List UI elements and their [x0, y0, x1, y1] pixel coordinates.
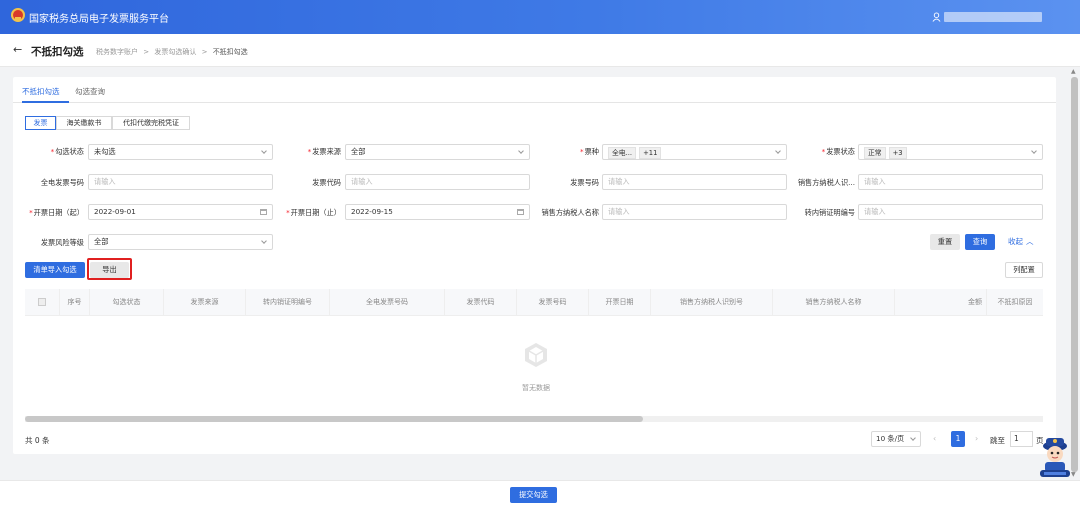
ticket-type-label: *票种 [580, 147, 599, 156]
breadcrumb-item[interactable]: 发票勾选确认 [154, 48, 196, 56]
col-seller-name: 销售方纳税人名称 [772, 289, 894, 316]
col-index: 序号 [59, 289, 89, 316]
invoice-code-label: 发票代码 [312, 178, 341, 187]
invoice-status-select[interactable]: 正常 +3 [858, 144, 1043, 160]
tax-emblem-icon [11, 8, 25, 22]
main-card: 不抵扣勾选 勾选查询 发票 海关缴款书 代扣代缴完税凭证 *勾选状态 未勾选 *… [13, 77, 1056, 454]
page-size-select[interactable]: 10 条/页 [871, 431, 921, 447]
invoice-status-more-tag: +3 [888, 147, 907, 159]
reset-button[interactable]: 重置 [930, 234, 960, 250]
breadcrumb: 税务数字账户 > 发票勾选确认 > 不抵扣勾选 [96, 47, 248, 57]
col-check-status: 勾选状态 [89, 289, 163, 316]
breadcrumb-item[interactable]: 税务数字账户 [96, 48, 138, 56]
import-check-button[interactable]: 清单导入勾选 [25, 262, 85, 278]
empty-box-icon [525, 343, 547, 367]
tab-bar: 不抵扣勾选 勾选查询 [13, 77, 1056, 103]
chevron-up-icon: ︿ [1026, 237, 1034, 246]
chevron-down-icon [775, 148, 781, 154]
type-withholding-certificate[interactable]: 代扣代缴完税凭证 [112, 116, 190, 130]
user-icon[interactable] [932, 12, 941, 22]
col-invoice-code: 发票代码 [444, 289, 516, 316]
check-status-select[interactable]: 未勾选 [88, 144, 273, 160]
calendar-icon [517, 209, 524, 215]
check-status-label: *勾选状态 [50, 147, 84, 156]
jump-label: 跳至 [990, 436, 1005, 445]
issue-date-end-label: *开票日期（止） [286, 208, 341, 217]
empty-state-text: 暂无数据 [522, 384, 550, 392]
chevron-down-icon [261, 238, 267, 244]
risk-level-label: 发票风险等级 [40, 238, 84, 247]
column-config-button[interactable]: 列配置 [1005, 262, 1043, 278]
active-tab-indicator [22, 101, 69, 103]
chevron-down-icon [518, 148, 524, 154]
type-invoice[interactable]: 发票 [25, 116, 56, 130]
invoice-source-label: *发票来源 [307, 147, 341, 156]
invoice-code-input[interactable]: 请输入 [345, 174, 530, 190]
invoice-number-input[interactable]: 请输入 [602, 174, 787, 190]
query-button[interactable]: 查询 [965, 234, 995, 250]
col-issue-date: 开票日期 [588, 289, 650, 316]
ticket-type-tag: 全电... [608, 147, 637, 159]
transfer-cert-no-input[interactable]: 请输入 [858, 204, 1043, 220]
breadcrumb-current: 不抵扣勾选 [212, 48, 248, 56]
calendar-icon [260, 209, 267, 215]
submit-check-button[interactable]: 提交勾选 [510, 487, 557, 503]
invoice-status-label: *发票状态 [821, 147, 855, 156]
invoice-source-select[interactable]: 全部 [345, 144, 530, 160]
col-fully-digital-no: 全电发票号码 [329, 289, 444, 316]
fully-digital-no-label: 全电发票号码 [40, 178, 84, 187]
prev-page-icon[interactable]: ‹ [933, 434, 936, 443]
chevron-down-icon [1031, 148, 1037, 154]
page-1[interactable]: 1 [951, 431, 965, 447]
breadcrumb-separator: > [143, 48, 150, 56]
issue-date-start-label: *开票日期（起） [29, 208, 84, 217]
issue-date-end-picker[interactable]: 2022-09-15 [345, 204, 530, 220]
type-customs-payment[interactable]: 海关缴款书 [56, 116, 112, 130]
chevron-down-icon [910, 435, 916, 441]
scroll-up-icon[interactable]: ▲ [1071, 68, 1076, 75]
col-invoice-source: 发票来源 [163, 289, 245, 316]
col-transfer-cert-no: 转内销证明编号 [245, 289, 329, 316]
total-count: 共 0 条 [25, 436, 50, 445]
transfer-cert-no-label: 转内销证明编号 [804, 208, 855, 217]
vertical-scrollbar[interactable]: ▲ ▼ [1069, 67, 1080, 480]
app-title: 国家税务总局电子发票服务平台 [29, 14, 169, 25]
chevron-down-icon [261, 148, 267, 154]
tab-check-query[interactable]: 勾选查询 [75, 86, 105, 97]
fully-digital-no-input[interactable]: 请输入 [88, 174, 273, 190]
scrollbar-thumb[interactable] [25, 416, 643, 422]
col-invoice-number: 发票号码 [516, 289, 588, 316]
jump-page-input[interactable]: 1 [1010, 431, 1033, 447]
seller-name-input[interactable]: 请输入 [602, 204, 787, 220]
invoice-status-tag: 正常 [864, 147, 886, 159]
ticket-type-more-tag: +11 [639, 147, 662, 159]
next-page-icon[interactable]: › [975, 434, 978, 443]
col-non-deduct-reason: 不抵扣原因 [986, 289, 1043, 316]
page-title: 不抵扣勾选 [31, 46, 84, 58]
assistant-mascot-icon[interactable] [1037, 432, 1073, 478]
collapse-toggle[interactable]: 收起 ︿ [1008, 236, 1034, 247]
user-name-masked[interactable] [944, 12, 1042, 22]
risk-level-select[interactable]: 全部 [88, 234, 273, 250]
seller-tax-id-label: 销售方纳税人识... [797, 178, 855, 187]
breadcrumb-separator: > [201, 48, 208, 56]
footer-bar: 提交勾选 [0, 480, 1080, 507]
col-amount: 金额 [894, 289, 986, 316]
seller-name-label: 销售方纳税人名称 [541, 208, 599, 217]
seller-tax-id-input[interactable]: 请输入 [858, 174, 1043, 190]
back-arrow-icon[interactable]: ← [13, 43, 22, 56]
tab-non-deduct-check[interactable]: 不抵扣勾选 [22, 86, 60, 97]
scrollbar-thumb[interactable] [1071, 77, 1078, 472]
issue-date-start-picker[interactable]: 2022-09-01 [88, 204, 273, 220]
horizontal-scrollbar[interactable] [25, 416, 1043, 422]
top-bar: 国家税务总局电子发票服务平台 [0, 0, 1080, 34]
col-seller-tax-id: 销售方纳税人识别号 [650, 289, 772, 316]
page-header: ← 不抵扣勾选 税务数字账户 > 发票勾选确认 > 不抵扣勾选 [0, 34, 1080, 67]
table-header: 序号 勾选状态 发票来源 转内销证明编号 全电发票号码 发票代码 发票号码 开票… [25, 289, 1043, 316]
export-highlight-box [87, 258, 132, 280]
select-all-checkbox[interactable] [38, 298, 46, 306]
invoice-number-label: 发票号码 [570, 178, 599, 187]
ticket-type-select[interactable]: 全电... +11 [602, 144, 787, 160]
